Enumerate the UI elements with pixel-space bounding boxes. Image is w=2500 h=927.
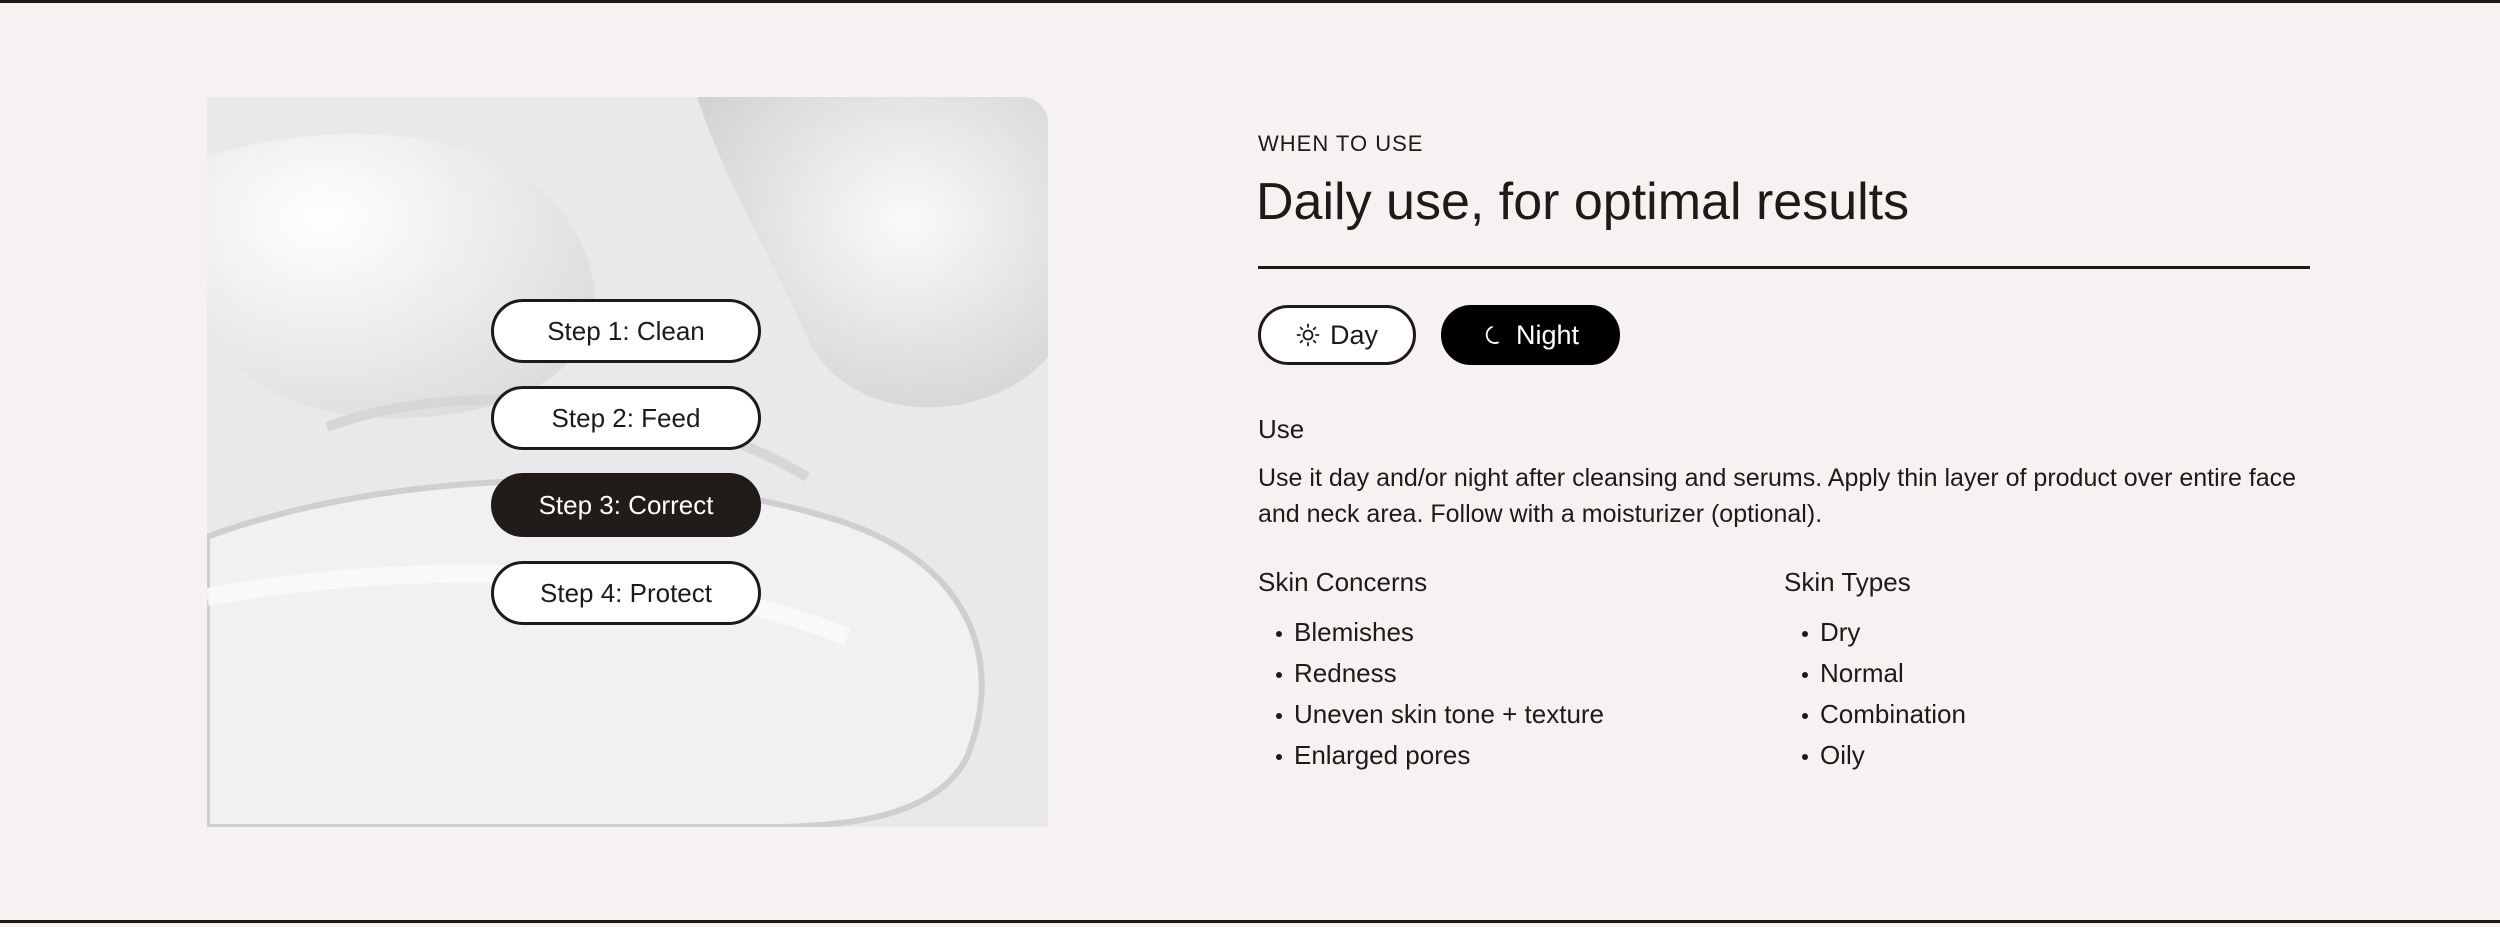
page-title: Daily use, for optimal results: [1256, 173, 1910, 231]
skin-types-heading: Skin Types: [1784, 567, 1911, 597]
list-item: Uneven skin tone + texture: [1258, 694, 1604, 735]
sun-icon: [1296, 323, 1320, 347]
day-toggle-label: Day: [1329, 319, 1378, 350]
step-4-protect-button[interactable]: Step 4: Protect: [491, 561, 761, 625]
bottom-border: [0, 920, 2500, 923]
list-item: Blemishes: [1258, 612, 1604, 653]
title-divider: [1258, 266, 2310, 269]
night-toggle-label: Night: [1515, 319, 1580, 350]
list-item: Normal: [1784, 653, 1966, 694]
list-item: Oily: [1784, 735, 1966, 776]
use-description: Use it day and/or night after cleansing …: [1258, 464, 2297, 528]
list-item: Redness: [1258, 653, 1604, 694]
list-item: Enlarged pores: [1258, 735, 1604, 776]
step-3-correct-button[interactable]: Step 3: Correct: [491, 473, 761, 537]
when-to-use-eyebrow: WHEN TO USE: [1258, 131, 1424, 156]
step-1-clean-button[interactable]: Step 1: Clean: [491, 299, 761, 363]
list-item: Dry: [1784, 612, 1966, 653]
skin-types-list: Dry Normal Combination Oily: [1784, 612, 1966, 776]
moon-icon: [1485, 326, 1499, 344]
top-border: [0, 0, 2500, 3]
use-heading: Use: [1258, 414, 1305, 444]
step-2-feed-button[interactable]: Step 2: Feed: [491, 386, 761, 450]
skin-concerns-list: Blemishes Redness Uneven skin tone + tex…: [1258, 612, 1604, 776]
product-texture-image: [207, 97, 1048, 827]
day-toggle-button[interactable]: Day: [1258, 305, 1416, 365]
list-item: Combination: [1784, 694, 1966, 735]
cream-texture-illustration: [207, 97, 1048, 827]
night-toggle-button[interactable]: Night: [1441, 305, 1620, 365]
skin-concerns-heading: Skin Concerns: [1258, 567, 1428, 597]
